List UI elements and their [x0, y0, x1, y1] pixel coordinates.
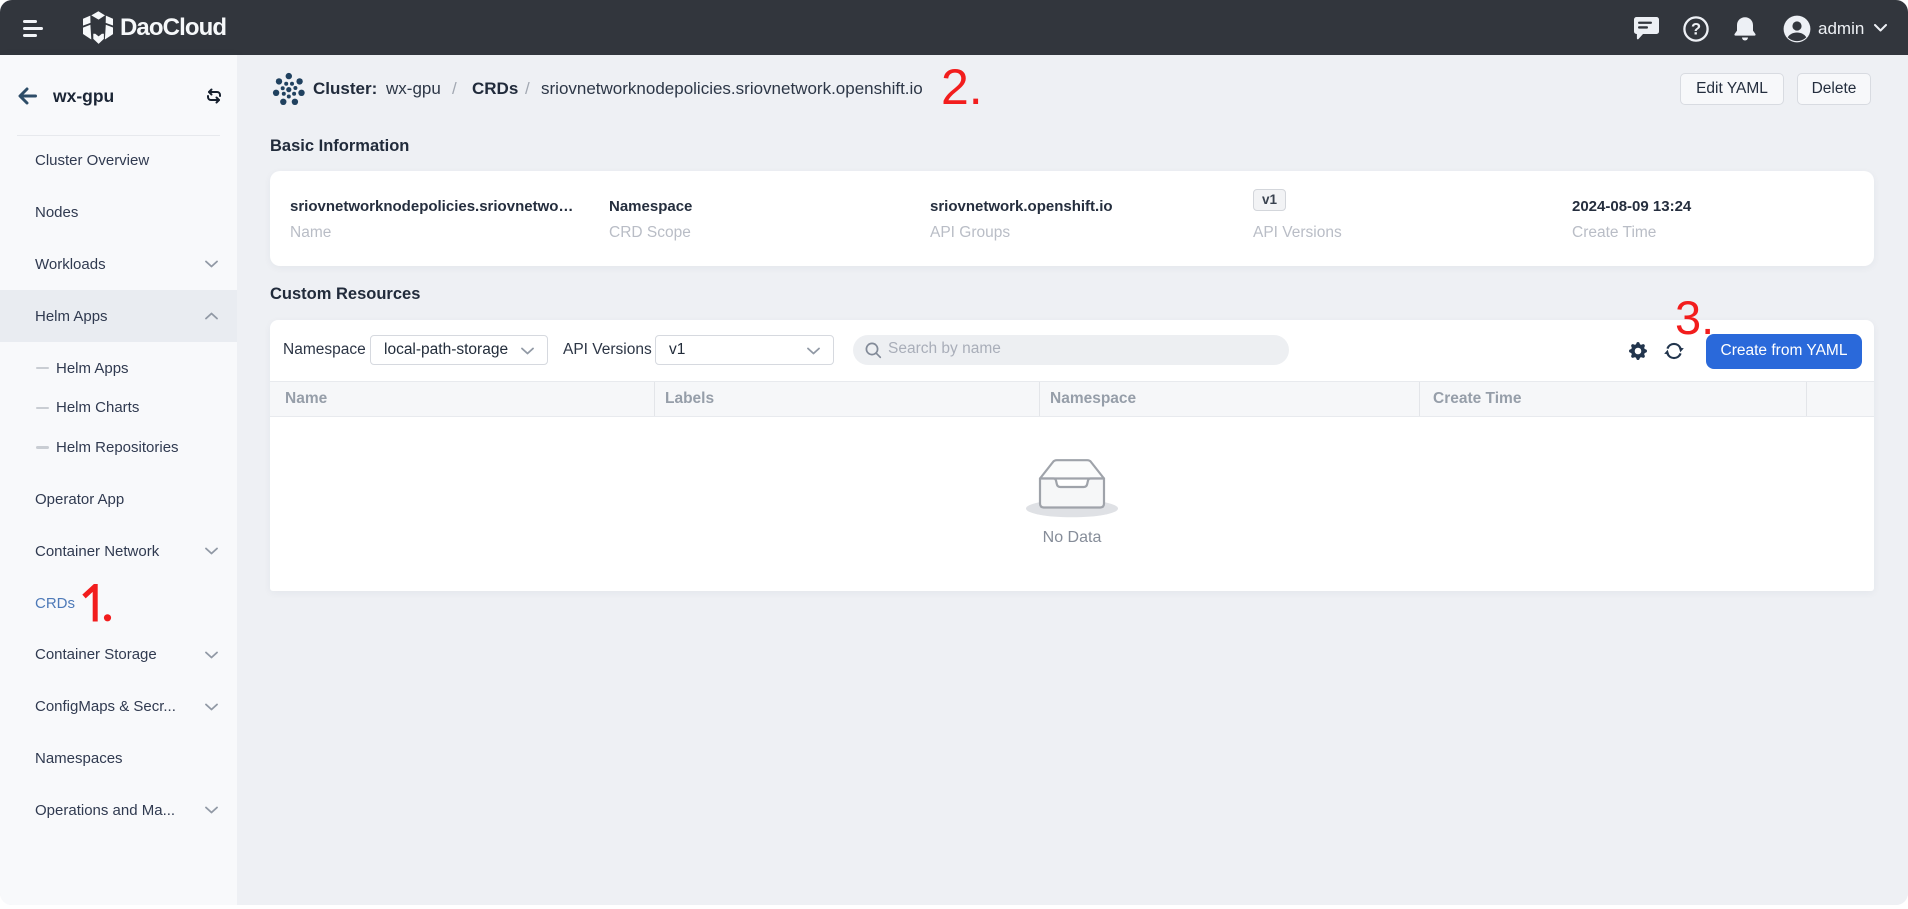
svg-text:?: ? [1690, 20, 1700, 38]
